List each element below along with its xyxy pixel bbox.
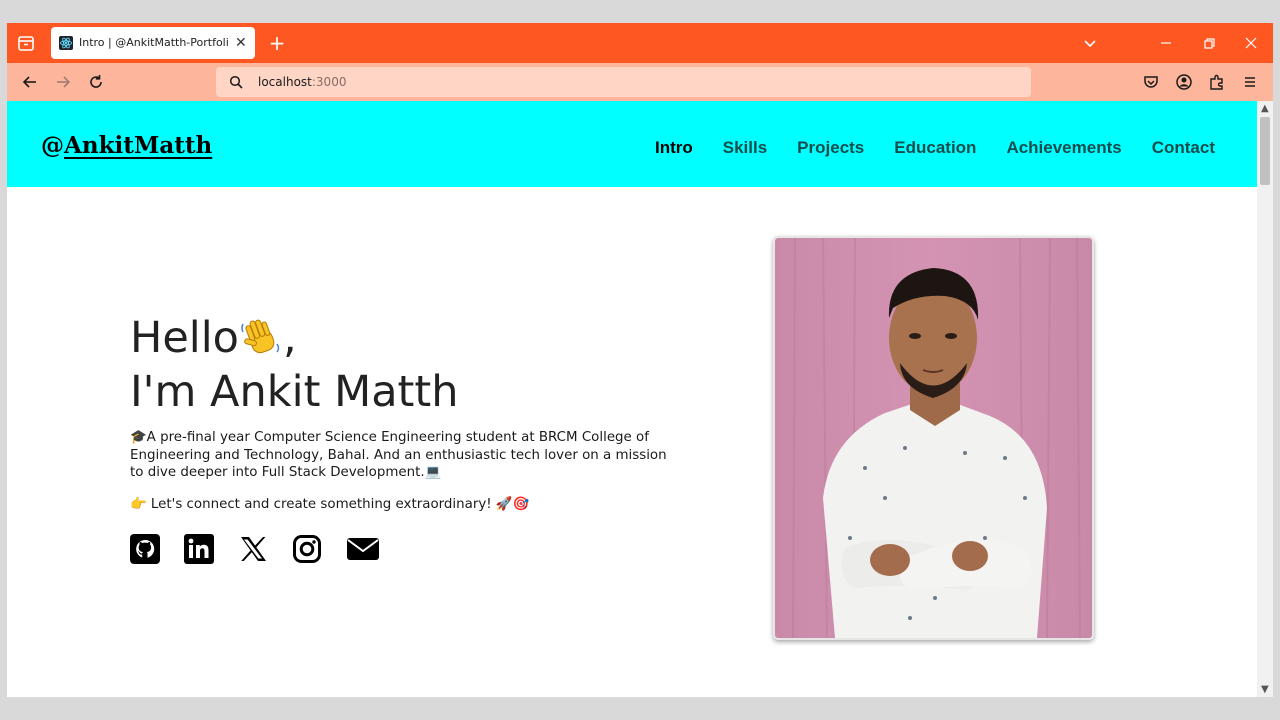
logo-name: AnkitMatth [64,132,213,159]
site-nav: Intro Skills Projects Education Achievem… [625,137,1215,159]
plus-icon[interactable]: + [267,33,287,53]
nav-education[interactable]: Education [894,137,976,159]
url-host: localhost [258,75,312,89]
scroll-up-icon[interactable]: ▲ [1261,103,1269,114]
scroll-down-icon[interactable]: ▼ [1261,684,1269,695]
forward-arrow-icon[interactable] [53,72,73,92]
back-arrow-icon[interactable] [20,72,40,92]
hero-description: 🎓A pre-final year Computer Science Engin… [130,430,667,480]
extensions-icon[interactable] [1207,72,1227,92]
hello-text: Hello [130,313,239,363]
site-header: @AnkitMatth Intro Skills Projects Educat… [7,101,1257,187]
menu-icon[interactable] [1240,72,1260,92]
account-icon[interactable] [1174,72,1194,92]
restore-icon[interactable] [1199,33,1219,53]
scrollbar-thumb[interactable] [1260,117,1270,185]
react-favicon-icon [59,36,73,50]
minimize-icon[interactable] [1156,33,1176,53]
tab-title: Intro | @AnkitMatth-Portfolio [79,36,229,49]
x-twitter-icon[interactable] [238,534,268,564]
nav-achievements[interactable]: Achievements [1006,137,1121,159]
browser-tab-active[interactable]: Intro | @AnkitMatth-Portfolio ✕ [51,27,255,59]
nav-projects[interactable]: Projects [797,137,864,159]
reload-icon[interactable] [86,72,106,92]
chevron-down-icon[interactable] [1080,33,1100,53]
site-logo[interactable]: @AnkitMatth [41,131,212,161]
linkedin-icon[interactable] [184,533,214,564]
hero-name: I'm Ankit Matth [130,367,459,417]
nav-intro[interactable]: Intro [655,137,693,159]
tab-overview-icon[interactable] [16,33,36,53]
waving-hand-icon [241,319,280,354]
github-icon[interactable] [130,533,160,564]
nav-contact[interactable]: Contact [1152,137,1215,159]
search-icon [229,75,243,89]
hello-comma: , [283,313,297,363]
url-text: localhost:3000 [258,74,346,90]
instagram-icon[interactable] [292,534,322,564]
profile-photo [773,236,1094,640]
browser-window: Intro | @AnkitMatth-Portfolio ✕ + localh… [7,23,1273,697]
email-icon[interactable] [346,534,380,564]
nav-skills[interactable]: Skills [723,137,767,159]
social-links [130,533,690,564]
web-page: @AnkitMatth Intro Skills Projects Educat… [7,101,1257,697]
url-port: :3000 [311,75,347,89]
logo-at: @ [41,132,64,159]
url-bar[interactable]: localhost:3000 [216,67,1031,97]
page-scrollbar[interactable]: ▲ ▼ [1257,101,1273,697]
navigation-toolbar: localhost:3000 [7,63,1273,101]
hero-intro: Hello , I'm Ankit Matth 🎓A pre-final yea… [130,311,690,564]
close-window-icon[interactable] [1241,33,1261,53]
pocket-icon[interactable] [1141,72,1161,92]
hero-cta: 👉 Let's connect and create something ext… [130,496,530,512]
profile-photo-image [775,238,1092,638]
hero-greeting: Hello , [130,311,690,365]
tab-strip: Intro | @AnkitMatth-Portfolio ✕ + [7,23,1273,63]
close-icon[interactable]: ✕ [235,34,249,52]
